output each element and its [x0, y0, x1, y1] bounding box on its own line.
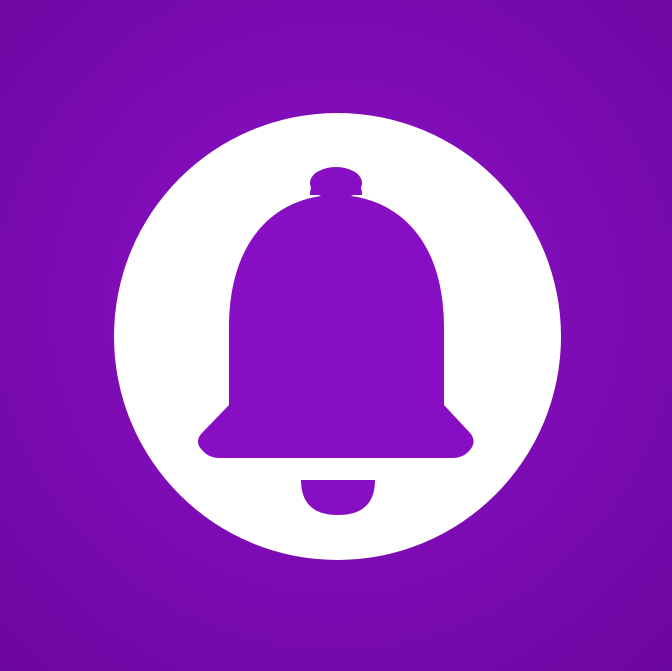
bell-icon-graphic — [114, 113, 561, 560]
notification-badge[interactable] — [114, 113, 561, 560]
bell-knob-base — [310, 167, 362, 199]
app-icon-background — [0, 0, 672, 671]
